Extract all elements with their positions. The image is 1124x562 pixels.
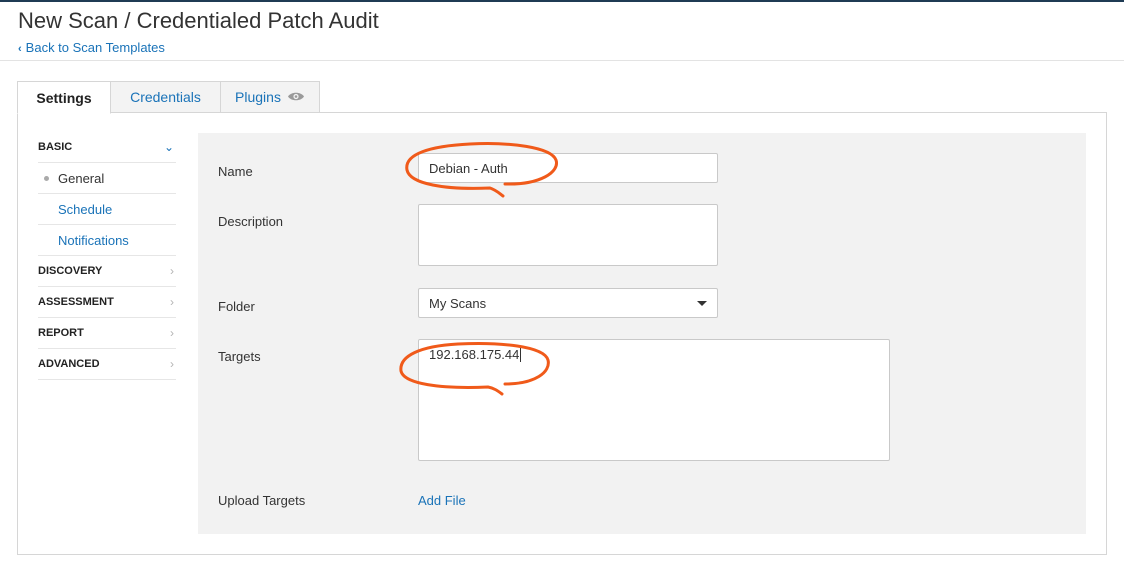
sidebar-section-label: BASIC: [38, 141, 73, 153]
tab-settings[interactable]: Settings: [17, 81, 111, 114]
sidebar-item-label: Schedule: [58, 201, 113, 217]
chevron-right-icon: ›: [170, 326, 174, 340]
chevron-down-icon: ⌄: [163, 140, 174, 154]
sidebar-section-basic[interactable]: BASIC ⌄: [38, 132, 176, 163]
sidebar-item-label: Notifications: [58, 232, 129, 248]
sidebar-item-notifications[interactable]: Notifications: [38, 225, 176, 256]
sidebar-section-report[interactable]: REPORT ›: [38, 318, 176, 349]
sidebar-section-advanced[interactable]: ADVANCED ›: [38, 349, 176, 380]
page-title: New Scan / Credentialed Patch Audit: [18, 8, 379, 33]
description-label: Description: [218, 214, 284, 229]
sidebar-section-label: ASSESSMENT: [38, 296, 114, 308]
tab-credentials[interactable]: Credentials: [110, 81, 221, 113]
chevron-left-icon: ‹: [18, 43, 22, 55]
sidebar-section-discovery[interactable]: DISCOVERY ›: [38, 256, 176, 287]
back-to-templates-link[interactable]: ‹ Back to Scan Templates: [18, 40, 165, 55]
name-input[interactable]: Debian - Auth: [418, 153, 718, 183]
sidebar-section-assessment[interactable]: ASSESSMENT ›: [38, 287, 176, 318]
sidebar-item-label: General: [58, 170, 105, 186]
tab-plugins[interactable]: Plugins: [220, 81, 320, 113]
folder-label: Folder: [218, 299, 255, 314]
eye-icon[interactable]: [287, 89, 305, 105]
chevron-right-icon: ›: [170, 295, 174, 309]
targets-label: Targets: [218, 349, 261, 364]
name-label: Name: [218, 164, 253, 179]
upload-targets-label: Upload Targets: [218, 493, 306, 508]
top-bar: [0, 0, 1124, 2]
header-divider: [0, 60, 1124, 61]
general-settings-form: Name Debian - Auth Description Folder My…: [198, 133, 1086, 534]
caret-down-icon: [697, 301, 707, 306]
tab-credentials-label: Credentials: [130, 89, 201, 105]
tab-plugins-label: Plugins: [235, 89, 281, 105]
name-value: Debian - Auth: [429, 161, 508, 176]
current-item-dot: [44, 176, 49, 181]
folder-select[interactable]: My Scans: [418, 288, 718, 318]
sidebar-section-label: DISCOVERY: [38, 265, 103, 277]
add-file-link[interactable]: Add File: [418, 493, 466, 508]
folder-value: My Scans: [429, 296, 487, 311]
sidebar-item-schedule[interactable]: Schedule: [38, 194, 176, 225]
targets-value-wrap: 192.168.175.44: [429, 347, 522, 362]
sidebar-item-general[interactable]: General: [38, 163, 176, 194]
tab-settings-label: Settings: [36, 89, 92, 106]
targets-textarea[interactable]: 192.168.175.44: [418, 339, 890, 461]
text-cursor: [520, 347, 522, 362]
sidebar-section-label: ADVANCED: [38, 358, 100, 370]
chevron-right-icon: ›: [170, 357, 174, 371]
targets-value: 192.168.175.44: [429, 347, 520, 362]
sidebar-section-label: REPORT: [38, 327, 84, 339]
description-textarea[interactable]: [418, 204, 718, 266]
back-link-label: Back to Scan Templates: [25, 40, 165, 55]
settings-sidebar: BASIC ⌄ General Schedule Notifications DI…: [38, 132, 176, 380]
chevron-right-icon: ›: [170, 264, 174, 278]
